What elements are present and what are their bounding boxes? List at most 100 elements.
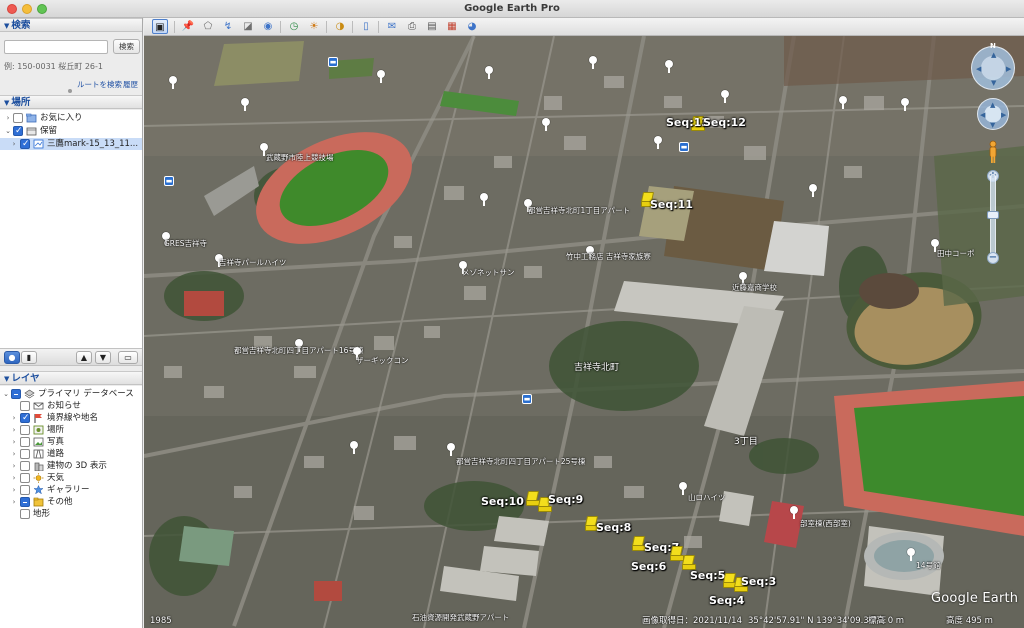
checkbox[interactable] xyxy=(20,461,30,471)
place-pin-icon[interactable] xyxy=(900,98,910,111)
checkbox[interactable] xyxy=(20,497,30,507)
search-places-button[interactable]: ● xyxy=(4,351,20,364)
checkbox[interactable] xyxy=(20,509,30,519)
checkbox[interactable] xyxy=(20,412,30,424)
checkbox[interactable] xyxy=(20,138,30,150)
history-link[interactable]: 履歴 xyxy=(123,79,138,90)
move-up-button[interactable]: ▲ xyxy=(76,351,92,364)
splitter-handle[interactable] xyxy=(66,89,74,93)
expand-arrow-icon[interactable]: › xyxy=(10,424,18,436)
expand-arrow-icon[interactable]: › xyxy=(10,460,18,472)
checkbox[interactable] xyxy=(11,389,21,399)
place-pin-icon[interactable] xyxy=(653,136,663,149)
bus-stop-icon[interactable]: ▬ xyxy=(328,57,338,67)
place-pin-icon[interactable] xyxy=(240,98,250,111)
zoom-window-button[interactable] xyxy=(37,4,47,14)
place-pin-icon[interactable] xyxy=(541,118,551,131)
place-pin-icon[interactable] xyxy=(789,506,799,519)
expand-arrow-icon[interactable]: › xyxy=(10,436,18,448)
bus-stop-icon[interactable]: ▬ xyxy=(164,176,174,186)
arrow-left-icon[interactable]: ◀ xyxy=(980,111,985,119)
move-navigation-control[interactable]: ▲ ▼ ◀ ▶ xyxy=(977,98,1009,130)
minimize-window-button[interactable] xyxy=(22,4,32,14)
compass-north-label[interactable]: N xyxy=(990,42,996,50)
layers-item-roads[interactable]: › 道路 xyxy=(0,448,142,460)
earth-3d-view[interactable]: ▬ ▬ ▬ ▬ GRES吉祥寺 吉祥寺パールハイツ 武蔵野市陸上競技場 都営吉祥… xyxy=(144,36,1024,628)
place-pin-icon[interactable] xyxy=(484,66,494,79)
bus-stop-icon[interactable]: ▬ xyxy=(679,142,689,152)
expand-arrow-icon[interactable]: › xyxy=(10,138,18,150)
layers-item-gallery[interactable]: › ギャラリー xyxy=(0,484,142,496)
move-down-button[interactable]: ▼ xyxy=(95,351,111,364)
earth-globe-icon[interactable]: ◕ xyxy=(464,19,480,34)
arrow-right-icon[interactable]: ▶ xyxy=(1006,65,1011,73)
place-pin-icon[interactable] xyxy=(479,193,489,206)
planets-icon[interactable]: ◑ xyxy=(332,19,348,34)
expand-arrow-icon[interactable]: › xyxy=(10,412,18,424)
expand-arrow-icon[interactable]: › xyxy=(10,472,18,484)
email-icon[interactable]: ✉ xyxy=(384,19,400,34)
place-pin-icon[interactable] xyxy=(588,56,598,69)
expand-arrow-icon[interactable]: › xyxy=(10,496,18,508)
places-item-pending[interactable]: ⌄ 保留 xyxy=(0,125,142,137)
search-button[interactable]: 検索 xyxy=(113,39,140,54)
collapse-arrow-icon[interactable]: ⌄ xyxy=(2,388,10,400)
add-image-overlay-icon[interactable]: ◪ xyxy=(240,19,256,34)
checkbox[interactable] xyxy=(20,401,30,411)
places-item-kml[interactable]: › 三鷹mark-15_13_11... xyxy=(0,138,142,150)
checkbox[interactable] xyxy=(20,449,30,459)
zoom-out-button[interactable]: − xyxy=(987,252,999,264)
search-input[interactable] xyxy=(4,40,108,54)
layers-item-notice[interactable]: お知らせ xyxy=(0,400,142,412)
sidebar-toggle-icon[interactable]: ▣ xyxy=(152,19,168,34)
seq-marker-icon[interactable] xyxy=(682,555,696,570)
zoom-slider-thumb[interactable] xyxy=(987,211,999,219)
print-icon[interactable]: ⎙ xyxy=(404,19,420,34)
layers-item-3d-buildings[interactable]: › 建物の 3D 表示 xyxy=(0,460,142,472)
checkbox[interactable] xyxy=(20,473,30,483)
places-item-favorites[interactable]: › お気に入り xyxy=(0,112,142,124)
layers-item-weather[interactable]: › 天気 xyxy=(0,472,142,484)
checkbox[interactable] xyxy=(20,437,30,447)
checkbox[interactable] xyxy=(20,485,30,495)
add-path-icon[interactable]: ↯ xyxy=(220,19,236,34)
add-polygon-icon[interactable]: ⬠ xyxy=(200,19,216,34)
place-pin-icon[interactable] xyxy=(808,184,818,197)
place-pin-icon[interactable] xyxy=(376,70,386,83)
layers-item-places[interactable]: › 場所 xyxy=(0,424,142,436)
sunlight-icon[interactable]: ☀ xyxy=(306,19,322,34)
seq-marker-icon[interactable] xyxy=(670,546,684,561)
arrow-up-icon[interactable]: ▲ xyxy=(991,51,996,59)
arrow-left-icon[interactable]: ◀ xyxy=(976,65,981,73)
view-toggle-button[interactable]: ▮ xyxy=(21,351,37,364)
place-pin-icon[interactable] xyxy=(906,548,916,561)
layers-item-borders[interactable]: › 境界線や地名 xyxy=(0,412,142,424)
layers-item-primary-db[interactable]: ⌄ プライマリ データベース xyxy=(0,388,142,400)
look-navigation-ring[interactable]: ▲ ▼ ◀ ▶ xyxy=(971,46,1015,90)
place-pin-icon[interactable] xyxy=(349,441,359,454)
historical-imagery-icon[interactable]: ◷ xyxy=(286,19,302,34)
place-pin-icon[interactable] xyxy=(720,90,730,103)
place-pin-icon[interactable] xyxy=(838,96,848,109)
expand-arrow-icon[interactable]: › xyxy=(4,112,12,124)
folder-menu-button[interactable]: ▭ xyxy=(118,351,138,364)
route-search-link[interactable]: ルートを検索 xyxy=(77,79,122,90)
checkbox[interactable] xyxy=(20,425,30,435)
pegman-icon[interactable] xyxy=(988,140,998,164)
layers-item-photos[interactable]: › 写真 xyxy=(0,436,142,448)
record-tour-icon[interactable]: ◉ xyxy=(260,19,276,34)
search-section-header[interactable]: ▼ 検索 xyxy=(0,18,142,32)
layers-item-terrain[interactable]: 地形 xyxy=(0,508,142,520)
checkbox[interactable] xyxy=(13,125,23,137)
checkbox[interactable] xyxy=(13,113,23,123)
arrow-up-icon[interactable]: ▲ xyxy=(990,101,995,109)
layers-item-other[interactable]: › その他 xyxy=(0,496,142,508)
places-section-header[interactable]: ▼ 場所 xyxy=(0,95,142,109)
layers-section-header[interactable]: ▼ レイヤ xyxy=(0,371,142,385)
arrow-down-icon[interactable]: ▼ xyxy=(991,79,996,87)
ruler-icon[interactable]: ▯ xyxy=(358,19,374,34)
expand-arrow-icon[interactable]: › xyxy=(10,484,18,496)
bus-stop-icon[interactable]: ▬ xyxy=(522,394,532,404)
view-in-maps-icon[interactable]: ▦ xyxy=(444,19,460,34)
seq-marker-icon[interactable] xyxy=(526,491,540,506)
